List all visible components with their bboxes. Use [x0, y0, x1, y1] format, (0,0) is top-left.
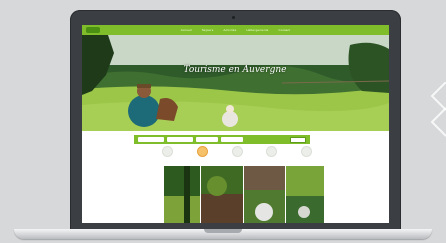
laptop-notch	[204, 229, 242, 233]
nav-item-contact[interactable]: Contact	[278, 28, 290, 32]
gallery-tile[interactable]	[244, 166, 285, 223]
gallery-tile[interactable]	[201, 166, 243, 223]
watermark-icon	[430, 82, 446, 137]
search-bar	[134, 135, 310, 144]
nav-item-lodging[interactable]: Hébergements	[246, 28, 268, 32]
category-icon[interactable]	[231, 146, 243, 157]
search-guests-field[interactable]	[196, 137, 218, 142]
category-icon-row	[162, 146, 312, 158]
search-destination-field[interactable]	[138, 137, 164, 142]
site-logo[interactable]	[86, 27, 100, 33]
category-icon[interactable]	[266, 146, 278, 157]
laptop-lid: Accueil Séjours Activités Hébergements C…	[70, 10, 401, 232]
nav-item-stays[interactable]: Séjours	[202, 28, 214, 32]
category-icon[interactable]	[301, 146, 312, 157]
gallery-tile[interactable]	[286, 166, 324, 223]
hero-banner: Tourisme en Auvergne	[82, 35, 389, 131]
photo-gallery	[164, 166, 324, 223]
category-icon-active[interactable]	[196, 146, 208, 157]
camera-dot	[232, 16, 235, 19]
hero-title: Tourisme en Auvergne	[183, 65, 287, 75]
nav-item-home[interactable]: Accueil	[181, 28, 192, 32]
hero-photo	[82, 35, 389, 131]
laptop-screen: Accueil Séjours Activités Hébergements C…	[82, 25, 389, 223]
category-icon[interactable]	[162, 146, 173, 157]
gallery-tile[interactable]	[164, 166, 200, 223]
search-date-field[interactable]	[167, 137, 193, 142]
search-type-field[interactable]	[221, 137, 243, 142]
search-button[interactable]	[290, 136, 306, 143]
nav-item-activities[interactable]: Activités	[223, 28, 236, 32]
laptop-base	[14, 229, 432, 239]
site-topbar: Accueil Séjours Activités Hébergements C…	[82, 25, 389, 35]
scene: Accueil Séjours Activités Hébergements C…	[0, 0, 446, 243]
